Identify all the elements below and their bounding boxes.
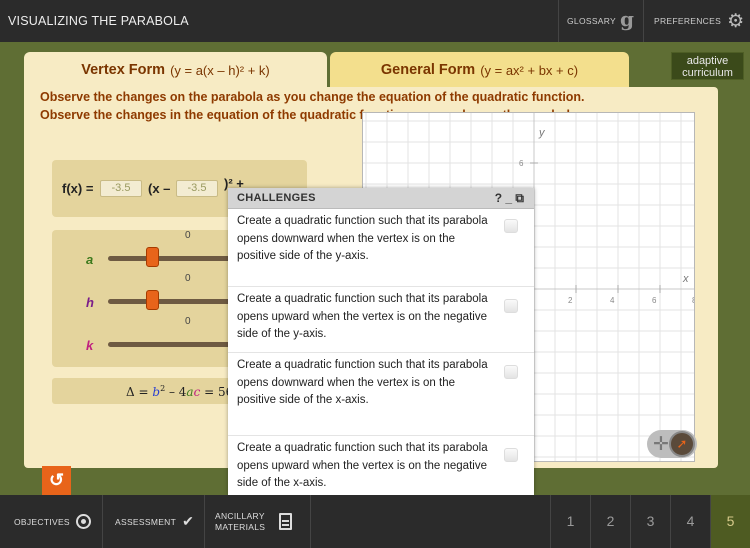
challenge-text: Create a quadratic function such that it… bbox=[237, 293, 488, 340]
slider-a-thumb[interactable] bbox=[146, 247, 159, 267]
graph-navigation-control[interactable]: ✛ ➚ bbox=[647, 430, 697, 458]
x-axis-label: x bbox=[683, 273, 689, 285]
disc-minus: – 4 bbox=[165, 385, 187, 399]
objectives-label: OBJECTIVES bbox=[14, 516, 70, 527]
slider-k-label: k bbox=[86, 338, 94, 353]
checkmark-icon: ✔ bbox=[182, 513, 195, 529]
h-value-field[interactable]: -3.5 bbox=[176, 180, 218, 197]
challenge-checkbox[interactable] bbox=[504, 219, 518, 233]
document-icon bbox=[279, 513, 293, 530]
slider-h-thumb[interactable] bbox=[146, 290, 159, 310]
function-label: f(x) = bbox=[62, 181, 94, 196]
logo-line2: curriculum bbox=[682, 67, 733, 79]
glossary-button[interactable]: GLOSSARY g bbox=[558, 0, 642, 42]
y-axis-label: y bbox=[539, 127, 545, 139]
ancillary-line1: ANCILLARY bbox=[215, 510, 265, 521]
tab-general-form[interactable]: General Form (y = ax² + bx + c) bbox=[330, 52, 629, 88]
x-tick: 8 bbox=[692, 296, 694, 305]
challenge-checkbox[interactable] bbox=[504, 365, 518, 379]
page-4-button[interactable]: 4 bbox=[670, 495, 710, 548]
pan-crosshair-icon[interactable]: ✛ bbox=[653, 433, 669, 456]
equation-middle: (x – bbox=[148, 181, 171, 196]
slider-h-track[interactable] bbox=[108, 299, 248, 304]
challenge-checkbox[interactable] bbox=[504, 448, 518, 462]
app-title: VISUALIZING THE PARABOLA bbox=[8, 14, 189, 28]
x-tick: 6 bbox=[652, 296, 657, 305]
challenge-item: Create a quadratic function such that it… bbox=[228, 287, 534, 353]
disc-a: a bbox=[186, 385, 194, 399]
slider-zero-label: 0 bbox=[185, 273, 191, 284]
challenges-header[interactable]: CHALLENGES ? _ ⧉ bbox=[228, 188, 534, 209]
x-tick: 2 bbox=[568, 296, 573, 305]
target-icon bbox=[75, 514, 91, 529]
page-5-button[interactable]: 5 bbox=[710, 495, 750, 548]
bottom-bar: OBJECTIVES ASSESSMENT ✔ ANCILLARY MATERIA… bbox=[0, 495, 750, 548]
disc-b: b bbox=[152, 385, 161, 399]
page-1-button[interactable]: 1 bbox=[550, 495, 590, 548]
challenges-title: CHALLENGES bbox=[237, 192, 316, 204]
tab-general-formula: (y = ax² + bx + c) bbox=[480, 62, 579, 78]
reset-icon[interactable]: ↺ bbox=[42, 466, 71, 495]
ancillary-line2: MATERIALS bbox=[215, 521, 266, 532]
objectives-button[interactable]: OBJECTIVES bbox=[0, 495, 103, 548]
challenge-text: Create a quadratic function such that it… bbox=[237, 215, 488, 262]
a-value-field[interactable]: -3.5 bbox=[100, 180, 142, 197]
slider-zero-label: 0 bbox=[185, 230, 191, 241]
delta-symbol: Δ = bbox=[126, 385, 149, 399]
slider-k-track[interactable] bbox=[108, 342, 248, 347]
logo-line1: adaptive bbox=[686, 55, 729, 67]
adaptive-curriculum-logo: adaptive curriculum bbox=[671, 52, 744, 80]
ancillary-label: ANCILLARY MATERIALS bbox=[215, 511, 265, 533]
gear-icon: ⚙ bbox=[727, 10, 745, 32]
x-tick: 4 bbox=[610, 296, 615, 305]
challenge-text: Create a quadratic function such that it… bbox=[237, 359, 488, 406]
slider-h-label: h bbox=[86, 295, 94, 310]
slider-a-track[interactable] bbox=[108, 256, 248, 261]
glossary-label: GLOSSARY bbox=[567, 16, 617, 26]
challenge-checkbox[interactable] bbox=[504, 299, 518, 313]
window-controls[interactable]: ? _ ⧉ bbox=[495, 191, 524, 206]
slider-a-label: a bbox=[86, 252, 94, 267]
tab-general-label: General Form bbox=[380, 62, 476, 78]
top-bar: VISUALIZING THE PARABOLA GLOSSARY g PREF… bbox=[0, 0, 750, 42]
challenges-panel: CHALLENGES ? _ ⧉ Create a quadratic func… bbox=[228, 188, 534, 495]
tab-vertex-label: Vertex Form bbox=[81, 62, 166, 78]
tab-vertex-form[interactable]: Vertex Form (y = a(x – h)² + k) bbox=[24, 52, 327, 88]
challenge-text: Create a quadratic function such that it… bbox=[237, 442, 488, 489]
challenge-item: Create a quadratic function such that it… bbox=[228, 353, 534, 436]
y-tick-6: 6 bbox=[519, 159, 524, 168]
compass-icon[interactable]: ➚ bbox=[669, 431, 695, 457]
glossary-icon: g bbox=[620, 7, 635, 31]
instruction-1: Observe the changes on the parabola as y… bbox=[40, 90, 585, 104]
challenge-item: Create a quadratic function such that it… bbox=[228, 209, 534, 287]
preferences-label: PREFERENCES bbox=[654, 16, 722, 26]
page-3-button[interactable]: 3 bbox=[630, 495, 670, 548]
ancillary-materials-button[interactable]: ANCILLARY MATERIALS bbox=[205, 495, 311, 548]
slider-zero-label: 0 bbox=[185, 316, 191, 327]
preferences-button[interactable]: PREFERENCES ⚙ bbox=[643, 0, 750, 42]
page-2-button[interactable]: 2 bbox=[590, 495, 630, 548]
challenge-item: Create a quadratic function such that it… bbox=[228, 436, 534, 495]
assessment-label: ASSESSMENT bbox=[115, 516, 177, 527]
tab-vertex-formula: (y = a(x – h)² + k) bbox=[170, 62, 270, 78]
assessment-button[interactable]: ASSESSMENT ✔ bbox=[103, 495, 205, 548]
